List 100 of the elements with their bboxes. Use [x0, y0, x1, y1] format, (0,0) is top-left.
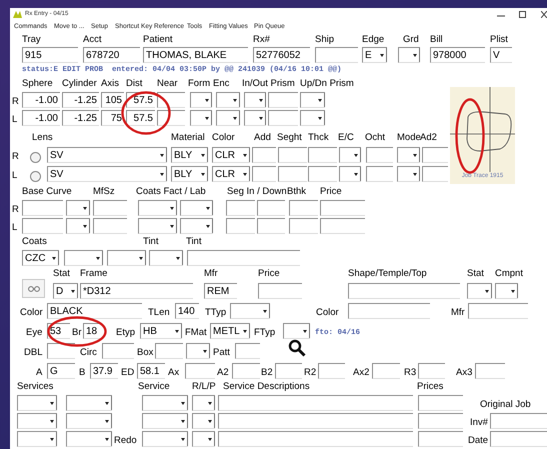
- input-field[interactable]: [289, 218, 318, 234]
- input-field[interactable]: [102, 343, 134, 359]
- dropdown[interactable]: [107, 250, 146, 266]
- dropdown[interactable]: BLY: [171, 147, 208, 163]
- input-field[interactable]: [268, 110, 298, 126]
- dropdown[interactable]: [186, 343, 210, 359]
- input-field[interactable]: [155, 343, 183, 359]
- dropdown[interactable]: [180, 200, 213, 216]
- input-field[interactable]: [22, 200, 63, 216]
- input-field[interactable]: BLACK: [47, 303, 142, 319]
- dropdown[interactable]: [339, 166, 361, 182]
- input-field[interactable]: [278, 147, 307, 163]
- input-field[interactable]: [218, 431, 413, 447]
- input-field[interactable]: 18: [83, 323, 100, 339]
- input-field[interactable]: [258, 283, 302, 299]
- input-field[interactable]: [308, 147, 337, 163]
- dropdown[interactable]: [339, 147, 361, 163]
- input-field[interactable]: [475, 363, 505, 379]
- dropdown[interactable]: CZC: [22, 250, 59, 266]
- input-field[interactable]: [366, 147, 393, 163]
- dropdown[interactable]: [180, 218, 213, 234]
- input-field[interactable]: [366, 166, 393, 182]
- input-field[interactable]: [22, 218, 63, 234]
- dropdown[interactable]: [66, 200, 90, 216]
- close-icon[interactable]: [541, 11, 547, 18]
- input-field[interactable]: [490, 431, 547, 447]
- radio-button[interactable]: [30, 152, 41, 163]
- input-field[interactable]: [418, 363, 445, 379]
- dropdown[interactable]: [192, 395, 215, 411]
- input-field[interactable]: [490, 413, 547, 429]
- input-field[interactable]: [275, 363, 302, 379]
- dropdown[interactable]: E: [362, 47, 387, 63]
- input-field[interactable]: [252, 147, 276, 163]
- input-field[interactable]: *D312: [80, 283, 193, 299]
- dropdown[interactable]: [467, 283, 492, 299]
- input-field[interactable]: [226, 200, 255, 216]
- input-field[interactable]: 37.9: [90, 363, 118, 379]
- dropdown[interactable]: [64, 250, 103, 266]
- input-field[interactable]: 58.1: [137, 363, 165, 379]
- dropdown[interactable]: [66, 431, 112, 447]
- dropdown[interactable]: D: [53, 283, 78, 299]
- input-field[interactable]: [93, 218, 127, 234]
- input-field[interactable]: [418, 395, 463, 411]
- input-field[interactable]: V: [490, 47, 512, 63]
- input-field[interactable]: [318, 363, 345, 379]
- dropdown[interactable]: [66, 413, 112, 429]
- input-field[interactable]: [47, 343, 75, 359]
- radio-button[interactable]: [30, 171, 41, 182]
- dropdown[interactable]: BLY: [171, 166, 208, 182]
- input-field[interactable]: [257, 200, 285, 216]
- input-field[interactable]: THOMAS, BLAKE: [143, 47, 248, 63]
- dropdown[interactable]: [397, 166, 420, 182]
- dropdown[interactable]: [17, 413, 57, 429]
- dropdown[interactable]: SV: [47, 166, 167, 182]
- input-field[interactable]: [320, 200, 365, 216]
- input-field[interactable]: [289, 200, 318, 216]
- input-field[interactable]: [93, 200, 127, 216]
- input-field[interactable]: [320, 218, 365, 234]
- input-field[interactable]: [235, 343, 260, 359]
- input-field[interactable]: [187, 250, 300, 266]
- dropdown[interactable]: [495, 283, 518, 299]
- input-field[interactable]: [315, 47, 358, 63]
- input-field[interactable]: 75: [101, 110, 124, 126]
- input-field[interactable]: [232, 363, 260, 379]
- input-field[interactable]: 978000: [430, 47, 485, 63]
- input-field[interactable]: [157, 92, 185, 108]
- input-field[interactable]: [226, 218, 255, 234]
- dropdown[interactable]: [244, 92, 266, 108]
- dropdown[interactable]: [142, 413, 188, 429]
- input-field[interactable]: [308, 166, 337, 182]
- dropdown[interactable]: CLR: [212, 166, 250, 182]
- input-field[interactable]: [218, 413, 413, 429]
- dropdown[interactable]: HB: [140, 323, 182, 339]
- input-field[interactable]: [348, 283, 460, 299]
- input-field[interactable]: [418, 431, 463, 447]
- dropdown[interactable]: [398, 47, 420, 63]
- dropdown[interactable]: [190, 110, 212, 126]
- input-field[interactable]: [268, 92, 298, 108]
- dropdown[interactable]: CLR: [212, 147, 250, 163]
- input-field[interactable]: 105: [101, 92, 124, 108]
- glasses-button[interactable]: [22, 279, 45, 298]
- dropdown[interactable]: [138, 200, 177, 216]
- input-field[interactable]: -1.00: [22, 92, 60, 108]
- input-field[interactable]: [252, 166, 276, 182]
- search-icon[interactable]: [288, 339, 306, 357]
- dropdown[interactable]: [66, 218, 90, 234]
- input-field[interactable]: [157, 110, 185, 126]
- input-field[interactable]: 140: [175, 303, 199, 319]
- dropdown[interactable]: [230, 303, 270, 319]
- dropdown[interactable]: [149, 250, 183, 266]
- input-field[interactable]: -1.00: [22, 110, 60, 126]
- input-field[interactable]: [218, 395, 413, 411]
- input-field[interactable]: 915: [22, 47, 78, 63]
- input-field[interactable]: [257, 218, 285, 234]
- dropdown[interactable]: [142, 395, 188, 411]
- dropdown[interactable]: METL: [210, 323, 250, 339]
- input-field[interactable]: 52776052: [253, 47, 310, 63]
- dropdown[interactable]: [300, 92, 325, 108]
- dropdown[interactable]: [138, 218, 177, 234]
- input-field[interactable]: [278, 166, 307, 182]
